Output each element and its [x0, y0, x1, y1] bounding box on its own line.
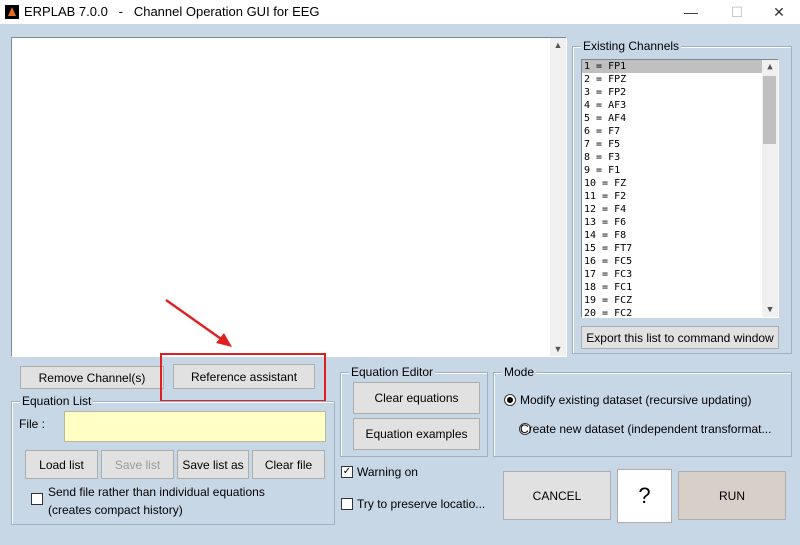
equation-editor-textarea[interactable]: ▲ ▼ [11, 37, 567, 357]
channel-list-item[interactable]: 16 = FC5 [582, 255, 762, 268]
file-label: File : [19, 417, 46, 431]
channel-list-item[interactable]: 20 = FC2 [582, 307, 762, 317]
warning-checkbox[interactable]: ✓ [341, 466, 353, 478]
warning-label: Warning on [357, 465, 418, 479]
channel-list-item[interactable]: 1 = FP1 [582, 60, 762, 73]
existing-channels-title: Existing Channels [581, 39, 682, 53]
close-button[interactable]: ✕ [756, 0, 800, 24]
channel-list-item[interactable]: 6 = F7 [582, 125, 762, 138]
scroll-up-icon[interactable]: ▲ [550, 40, 566, 50]
red-arrow-icon [165, 299, 232, 347]
load-list-button[interactable]: Load list [25, 450, 98, 479]
window-title: ERPLAB 7.0.0 - Channel Operation GUI for… [24, 4, 320, 19]
save-list-button[interactable]: Save list [101, 450, 174, 479]
remove-channel-button[interactable]: Remove Channel(s) [20, 366, 164, 389]
channel-list-item[interactable]: 17 = FC3 [582, 268, 762, 281]
send-file-label: Send file rather than individual equatio… [48, 485, 265, 499]
channel-list-item[interactable]: 7 = F5 [582, 138, 762, 151]
send-file-label-sub: (creates compact history) [48, 503, 183, 517]
preserve-location-checkbox[interactable] [341, 498, 353, 510]
channel-listbox[interactable]: 1 = FP1 2 = FPZ 3 = FP2 4 = AF3 5 = AF4 6 = F… [581, 59, 779, 318]
modify-dataset-radio[interactable] [504, 394, 516, 406]
channel-list-item[interactable]: 19 = FCZ [582, 294, 762, 307]
channel-list-item[interactable]: 11 = F2 [582, 190, 762, 203]
title-bar: ERPLAB 7.0.0 - Channel Operation GUI for… [0, 0, 800, 24]
mode-title: Mode [502, 365, 537, 379]
export-list-button[interactable]: Export this list to command window [581, 326, 779, 349]
preserve-location-label: Try to preserve locatio... [357, 497, 486, 511]
mode-group: Mode [493, 365, 792, 457]
channel-list-item[interactable]: 5 = AF4 [582, 112, 762, 125]
send-file-checkbox[interactable] [31, 493, 43, 505]
equation-examples-button[interactable]: Equation examples [353, 418, 480, 450]
channel-list-item[interactable]: 15 = FT7 [582, 242, 762, 255]
channel-list-item[interactable]: 8 = F3 [582, 151, 762, 164]
channel-list-item[interactable]: 4 = AF3 [582, 99, 762, 112]
equation-editor-title: Equation Editor [349, 365, 436, 379]
help-button[interactable]: ? [617, 469, 672, 523]
minimize-button[interactable]: — [668, 0, 714, 24]
channel-list-item[interactable]: 9 = F1 [582, 164, 762, 177]
cancel-button[interactable]: CANCEL [503, 471, 611, 520]
equation-list-title: Equation List [20, 394, 94, 408]
clear-file-button[interactable]: Clear file [252, 450, 325, 479]
modify-dataset-label: Modify existing dataset (recursive updat… [520, 393, 752, 407]
new-dataset-label: Create new dataset (independent transfor… [520, 422, 772, 436]
channel-list-scrollbar[interactable]: ▲ ▼ [762, 60, 778, 317]
channel-list-item[interactable]: 12 = F4 [582, 203, 762, 216]
clear-equations-button[interactable]: Clear equations [353, 382, 480, 414]
matlab-app-icon [5, 5, 19, 19]
channel-list-item[interactable]: 3 = FP2 [582, 86, 762, 99]
file-path-input[interactable] [64, 411, 326, 442]
channel-list-item[interactable]: 18 = FC1 [582, 281, 762, 294]
channel-list-item[interactable]: 14 = F8 [582, 229, 762, 242]
scroll-down-icon[interactable]: ▼ [550, 344, 566, 354]
editor-scrollbar[interactable]: ▲ ▼ [550, 38, 566, 356]
scrollbar-thumb[interactable] [763, 76, 776, 144]
channel-list-item[interactable]: 10 = FZ [582, 177, 762, 190]
reference-assistant-button[interactable]: Reference assistant [173, 364, 315, 389]
scroll-up-icon[interactable]: ▲ [762, 62, 778, 72]
save-list-as-button[interactable]: Save list as [177, 450, 249, 479]
maximize-button[interactable]: ☐ [714, 0, 760, 24]
scroll-down-icon[interactable]: ▼ [762, 305, 778, 315]
run-button[interactable]: RUN [678, 471, 786, 520]
channel-list-item[interactable]: 13 = F6 [582, 216, 762, 229]
channel-list-item[interactable]: 2 = FPZ [582, 73, 762, 86]
